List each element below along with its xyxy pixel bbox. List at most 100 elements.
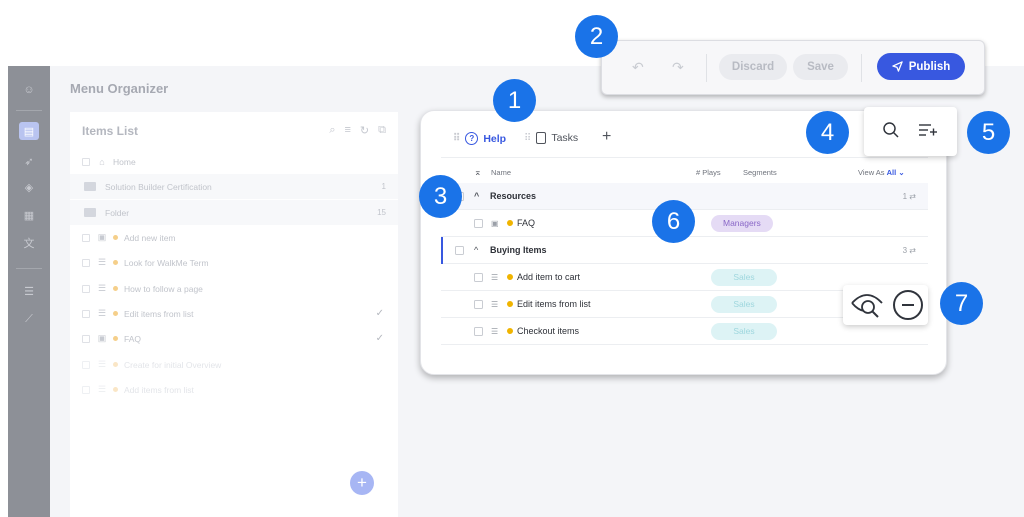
add-tab-button[interactable]: + (602, 128, 611, 146)
content-icon[interactable]: ▦ (19, 206, 39, 224)
list-item[interactable]: ☰ Look for WalkMe Term (70, 250, 398, 275)
discard-button[interactable]: Discard (719, 54, 787, 80)
collapse-all-icon[interactable]: ⌅ (474, 167, 482, 178)
checkbox[interactable] (82, 284, 90, 293)
analytics-icon[interactable]: ⟋ (19, 310, 39, 328)
rail-divider (16, 110, 42, 111)
group-label: Buying Items (490, 245, 547, 255)
marker-badge: 1 (493, 79, 536, 122)
page-title: Menu Organizer (70, 81, 169, 96)
filter-add-icon[interactable] (918, 121, 938, 139)
rocket-icon[interactable]: ➶ (19, 152, 39, 170)
list-item-label: How to follow a page (124, 283, 203, 294)
menu-organizer-icon[interactable]: ▤ (19, 122, 39, 140)
item-type-icon: ☰ (97, 359, 107, 369)
item-type-icon: ▣ (97, 232, 107, 242)
status-dot (113, 336, 118, 341)
chevron-up-icon[interactable]: ^ (474, 191, 479, 201)
help-icon: ? (465, 132, 479, 145)
undo-icon[interactable]: ↶ (632, 59, 644, 76)
segment-badge[interactable]: Sales (711, 295, 777, 313)
list-item[interactable]: ☰ Create for initial Overview (70, 352, 398, 377)
checkbox[interactable] (455, 245, 464, 255)
checkbox[interactable] (474, 326, 483, 336)
stage: ☺ ▤ ➶ ◈ ▦ 文 ☰ ⟋ Menu Organizer Items Lis… (0, 0, 1024, 517)
walkthru-icon: ☰ (491, 272, 499, 282)
checkbox[interactable] (474, 299, 483, 309)
segment-badge[interactable]: Sales (711, 268, 777, 286)
marker-badge: 3 (419, 175, 462, 218)
item-label: FAQ (517, 218, 536, 228)
list-item[interactable]: ☰ How to follow a page (70, 276, 398, 301)
search-icon[interactable]: ⌕ (329, 124, 335, 137)
item-type-icon: ☰ (97, 384, 107, 394)
check-icon: ✓ (375, 333, 384, 344)
group-row[interactable]: ^ Buying Items 3 ⇄ (441, 236, 928, 264)
publish-toolbar: ↶ ↷ Discard Save Publish (601, 40, 985, 95)
list-item[interactable]: ⌂ Home (70, 149, 398, 174)
list-item-label: Look for WalkMe Term (124, 257, 209, 268)
checkbox[interactable] (82, 258, 90, 267)
remove-icon[interactable] (893, 290, 923, 320)
item-type-icon: ☰ (97, 308, 107, 318)
segment-badge[interactable]: Managers (711, 214, 773, 232)
tab-divider (441, 157, 928, 158)
search-icon[interactable] (882, 121, 900, 139)
checkbox[interactable] (82, 233, 90, 242)
chevron-up-icon[interactable]: ^ (474, 245, 478, 255)
refresh-icon[interactable]: ↻ (360, 124, 369, 137)
drag-handle-icon[interactable]: ⠿ (453, 133, 460, 144)
checkbox[interactable] (82, 385, 90, 394)
marker-badge: 7 (940, 282, 983, 325)
status-dot (507, 220, 513, 226)
list-item-label: Folder (105, 207, 130, 218)
list-item-label: Add items from list (124, 384, 194, 395)
add-item-button[interactable]: + (350, 471, 374, 495)
translate-icon[interactable]: 文 (19, 234, 39, 252)
item-label: Checkout items (517, 326, 580, 336)
marker-badge: 6 (652, 200, 695, 243)
checkbox[interactable] (474, 272, 483, 282)
clipboard-icon (536, 132, 547, 144)
item-type-icon: ☰ (97, 257, 107, 267)
view-as-selector[interactable]: View As All ⌄ (858, 168, 905, 177)
status-dot (507, 274, 513, 280)
redo-icon[interactable]: ↷ (672, 59, 684, 76)
column-header: ⌅ Name # Plays Segments View As All ⌄ (441, 161, 928, 183)
status-dot (507, 328, 513, 334)
status-dot (113, 235, 118, 240)
drag-handle-icon[interactable]: ⠿ (524, 133, 531, 144)
preview-icon[interactable] (850, 289, 884, 321)
checkbox[interactable] (82, 334, 90, 343)
checkbox[interactable] (82, 360, 90, 369)
walkthru-icon: ☰ (491, 299, 499, 309)
checkbox[interactable] (82, 157, 90, 166)
tab-label: Tasks (551, 132, 579, 144)
external-link-icon[interactable]: ⧉ (378, 124, 386, 137)
tab-tasks[interactable]: ⠿ Tasks (524, 132, 578, 144)
checkbox[interactable] (82, 309, 90, 318)
column-name: Name (491, 167, 512, 177)
list-item[interactable]: ▣ Add new item (70, 225, 398, 250)
status-dot (113, 387, 118, 392)
marker-badge: 2 (575, 15, 618, 58)
check-icon: ✓ (375, 308, 384, 319)
filter-icon[interactable]: ≡ (345, 124, 351, 137)
publish-button[interactable]: Publish (877, 53, 965, 80)
list-item-label: Create for initial Overview (124, 359, 222, 370)
layers-icon[interactable]: ◈ (19, 178, 39, 196)
list-item[interactable]: Solution Builder Certification 1 (70, 174, 398, 199)
list-item[interactable]: ☰ Edit items from list ✓ (70, 301, 398, 326)
group-count: 3 ⇄ (902, 245, 916, 255)
list-item[interactable]: ▣ FAQ ✓ (70, 326, 398, 351)
tab-help[interactable]: ⠿ ? Help (453, 132, 506, 145)
status-dot (113, 362, 118, 367)
items-list-panel: Items List ⌕ ≡ ↻ ⧉ ⌂ Home Solution Build… (70, 112, 398, 517)
list-item[interactable]: ☰ Add items from list (70, 377, 398, 402)
list-item[interactable]: Folder 15 (70, 200, 398, 225)
list-icon[interactable]: ☰ (19, 282, 39, 300)
status-dot (113, 311, 118, 316)
segment-badge[interactable]: Sales (711, 322, 777, 340)
save-button[interactable]: Save (793, 54, 848, 80)
checkbox[interactable] (474, 218, 483, 228)
